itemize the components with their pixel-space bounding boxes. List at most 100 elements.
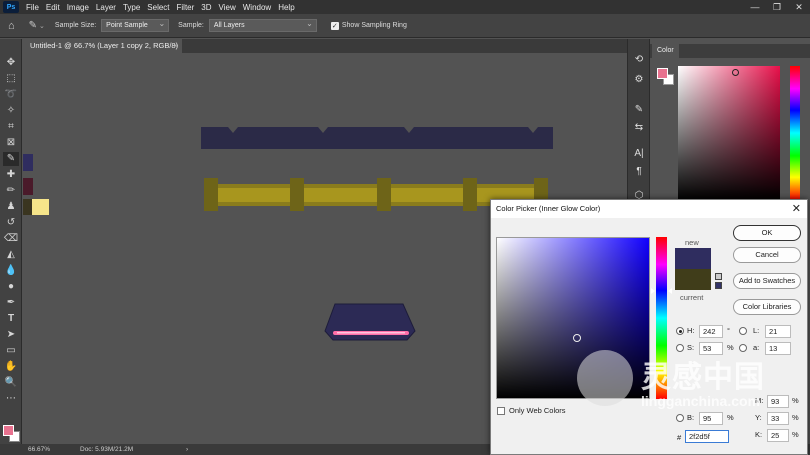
saturation-radio[interactable]	[676, 344, 684, 352]
menu-help[interactable]: Help	[278, 3, 294, 12]
ok-button[interactable]: OK	[733, 225, 801, 241]
a-channel-label: a:	[753, 343, 760, 352]
menu-filter[interactable]: Filter	[177, 3, 195, 12]
color-field-cursor	[573, 334, 581, 342]
menu-bar: Ps File Edit Image Layer Type Select Fil…	[0, 0, 810, 14]
current-color-label: current	[680, 293, 704, 302]
rectangle-tool-icon[interactable]: ▭	[3, 344, 19, 358]
sample-select[interactable]: All Layers	[208, 18, 317, 32]
foreground-color-swatch[interactable]	[3, 425, 14, 436]
menu-edit[interactable]: Edit	[46, 3, 60, 12]
sample-size-select[interactable]: Point Sample	[101, 18, 170, 32]
lightness-field[interactable]: 21	[765, 325, 791, 338]
only-web-colors-checkbox[interactable]	[497, 407, 505, 415]
move-tool-icon[interactable]: ✥	[3, 56, 19, 70]
panel-hue-slider[interactable]	[790, 66, 800, 200]
menu-image[interactable]: Image	[67, 3, 89, 12]
menu-window[interactable]: Window	[243, 3, 271, 12]
pen-tool-icon[interactable]: ✒	[3, 296, 19, 310]
history-brush-tool-icon[interactable]: ↺	[3, 216, 19, 230]
eraser-tool-icon[interactable]: ⌫	[3, 232, 19, 246]
clone-stamp-tool-icon[interactable]: ♟	[3, 200, 19, 214]
hue-radio[interactable]	[676, 327, 684, 335]
healing-brush-tool-icon[interactable]: ✚	[3, 168, 19, 182]
yellow-field[interactable]: 33	[767, 412, 789, 425]
home-icon[interactable]: ⌂	[8, 20, 15, 32]
hue-slider-arrow-left[interactable]	[651, 288, 655, 294]
options-bar: ⌂ ✎ ⌄ Sample Size: Point Sample Sample: …	[0, 14, 810, 38]
brightness-unit: %	[727, 413, 734, 422]
eyedropper-tool-icon[interactable]: ✎	[29, 20, 37, 31]
close-tab-icon[interactable]: ×	[174, 39, 178, 53]
web-safe-color-swatch[interactable]	[715, 282, 722, 289]
a-channel-radio[interactable]	[739, 344, 747, 352]
sample-size-label: Sample Size:	[54, 22, 97, 29]
close-icon[interactable]: ✕	[788, 0, 810, 14]
brightness-field[interactable]: 95	[699, 412, 723, 425]
status-arrow-icon[interactable]: ›	[186, 444, 188, 455]
color-libraries-button[interactable]: Color Libraries	[733, 299, 801, 315]
tool-preset-chevron-icon[interactable]: ⌄	[39, 22, 45, 30]
history-panel-icon[interactable]: ⟲	[632, 53, 646, 67]
brightness-label: B:	[687, 413, 695, 422]
a-channel-field[interactable]: 13	[765, 342, 791, 355]
show-sampling-ring-checkbox[interactable]: ✓	[330, 21, 339, 30]
yellow-unit: %	[792, 413, 799, 422]
brightness-radio[interactable]	[676, 414, 684, 422]
menu-select[interactable]: Select	[147, 3, 169, 12]
properties-panel-icon[interactable]: ⚙	[632, 73, 646, 87]
paint-bucket-tool-icon[interactable]: ◭	[3, 248, 19, 262]
color-picker-dialog: Color Picker (Inner Glow Color) ✕ new cu…	[490, 199, 808, 455]
hex-field[interactable]: 2f2d5f	[685, 430, 729, 443]
cancel-button[interactable]: Cancel	[733, 247, 801, 263]
minimize-icon[interactable]: —	[744, 0, 766, 14]
quick-select-tool-icon[interactable]: ✧	[3, 104, 19, 118]
menu-view[interactable]: View	[219, 3, 236, 12]
color-panel-tab[interactable]: Color	[652, 44, 679, 58]
yellow-bar-joint	[204, 178, 218, 211]
add-to-swatches-button[interactable]: Add to Swatches	[733, 273, 801, 289]
document-tab[interactable]: Untitled-1 @ 66.7% (Layer 1 copy 2, RGB/…	[22, 39, 182, 64]
menu-layer[interactable]: Layer	[96, 3, 116, 12]
document-size: Doc: 5.93M/21.2M	[80, 446, 134, 453]
frame-tool-icon[interactable]: ⊠	[3, 136, 19, 150]
dodge-tool-icon[interactable]: ●	[3, 280, 19, 294]
paragraph-panel-icon[interactable]: ¶	[632, 165, 646, 179]
path-selection-tool-icon[interactable]: ➤	[3, 328, 19, 342]
blur-tool-icon[interactable]: 💧	[3, 264, 19, 278]
menu-3d[interactable]: 3D	[201, 3, 211, 12]
navy-bar-shape	[201, 127, 553, 149]
zoom-tool-icon[interactable]: 🔍	[3, 376, 19, 390]
magenta-field[interactable]: 93	[767, 395, 789, 408]
marquee-tool-icon[interactable]: ⬚	[3, 72, 19, 86]
web-safe-cube-icon[interactable]	[715, 273, 722, 280]
swatch-maroon	[23, 178, 33, 195]
hue-slider-arrow-right[interactable]	[668, 288, 672, 294]
navy-bar-notch	[404, 127, 414, 133]
adjustments-panel-icon[interactable]: ⇆	[632, 121, 646, 135]
crop-tool-icon[interactable]: ⌗	[3, 120, 19, 134]
trapezoid-neon-shape	[324, 303, 416, 341]
current-color-swatch[interactable]	[675, 269, 711, 290]
lightness-radio[interactable]	[739, 327, 747, 335]
character-panel-icon[interactable]: A|	[632, 147, 646, 161]
saturation-unit: %	[727, 343, 734, 352]
yellow-bar-joint	[463, 178, 477, 211]
menu-type[interactable]: Type	[123, 3, 140, 12]
panel-foreground-swatch[interactable]	[657, 68, 668, 79]
black-field[interactable]: 25	[767, 429, 789, 442]
menu-file[interactable]: File	[26, 3, 39, 12]
more-tools-icon[interactable]: ⋯	[3, 392, 19, 406]
swatch-yellow	[32, 199, 49, 215]
brush-tool-icon[interactable]: ✏	[3, 184, 19, 198]
lasso-tool-icon[interactable]: ➰	[3, 88, 19, 102]
zoom-level[interactable]: 66.67%	[28, 444, 50, 455]
brush-panel-icon[interactable]: ✎	[632, 103, 646, 117]
restore-icon[interactable]: ❐	[766, 0, 788, 14]
type-tool-icon[interactable]: T	[3, 312, 19, 326]
panel-color-field[interactable]	[678, 66, 780, 200]
dialog-close-icon[interactable]: ✕	[792, 200, 801, 218]
eyedropper-tool-icon[interactable]: ✎	[3, 152, 19, 166]
hand-tool-icon[interactable]: ✋	[3, 360, 19, 374]
hue-field[interactable]: 242	[699, 325, 723, 338]
